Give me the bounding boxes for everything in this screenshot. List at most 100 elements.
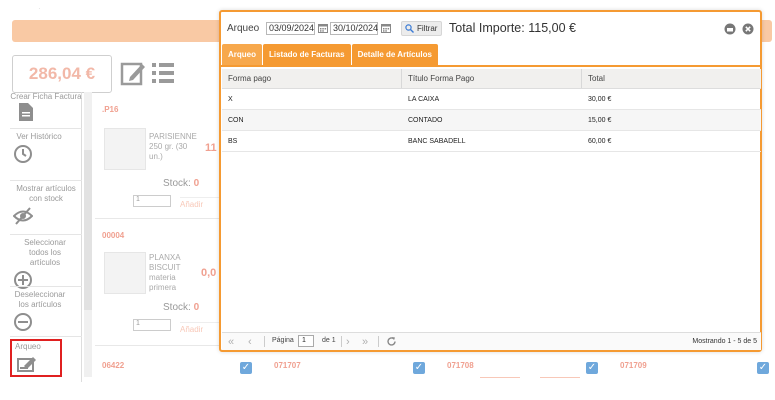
divider bbox=[540, 377, 580, 378]
total-amount-box: 286,04 € bbox=[12, 55, 112, 93]
sidebar-item-deseleccionar[interactable]: Deseleccionar los artículos bbox=[10, 290, 82, 332]
total-label: Total Importe: bbox=[449, 21, 525, 35]
total-value: 115,00 € bbox=[528, 21, 576, 35]
add-button[interactable]: Añadir bbox=[180, 197, 220, 209]
tab-arqueo[interactable]: Arqueo bbox=[222, 44, 262, 65]
sidebar-item-historico[interactable]: Ver Histórico bbox=[10, 132, 82, 164]
product-code: 071708 bbox=[447, 361, 474, 370]
history-icon bbox=[14, 145, 32, 163]
divider bbox=[264, 336, 265, 347]
minimize-icon[interactable] bbox=[724, 23, 736, 35]
checkbox-checked[interactable]: ✓ bbox=[757, 362, 769, 374]
sidebar-label: Crear Ficha Factura bbox=[10, 92, 82, 100]
edit-icon[interactable] bbox=[120, 60, 146, 88]
tab-listado-facturas[interactable]: Listado de Facturas bbox=[263, 44, 351, 65]
bg-faded-text: · bbox=[38, 4, 41, 13]
cell-total: 15,00 € bbox=[588, 117, 612, 124]
sidebar-label: Deseleccionar los artículos bbox=[14, 290, 66, 309]
page-total-label: de 1 bbox=[322, 337, 336, 344]
product-code: 06422 bbox=[102, 361, 125, 370]
last-page-icon[interactable]: » bbox=[362, 335, 368, 349]
search-icon bbox=[405, 24, 414, 33]
modal-tabs: Arqueo Listado de Facturas Detalle de Ar… bbox=[222, 44, 439, 65]
date-to-input[interactable]: 30/10/2024 bbox=[330, 22, 378, 35]
arqueo-table: Forma pago Título Forma Pago Total X LA … bbox=[222, 69, 761, 152]
tab-underline bbox=[221, 65, 760, 67]
product-code: 071707 bbox=[274, 361, 301, 370]
product-price: 11 bbox=[205, 142, 217, 154]
product-image bbox=[104, 128, 146, 170]
checkbox-checked[interactable]: ✓ bbox=[586, 362, 598, 374]
cell-titulo: CONTADO bbox=[408, 117, 443, 124]
minus-circle-icon bbox=[14, 313, 32, 331]
quantity-input[interactable]: 1 bbox=[133, 195, 171, 207]
column-header-titulo[interactable]: Título Forma Pago bbox=[402, 69, 582, 88]
plus-circle-icon bbox=[14, 271, 32, 289]
divider bbox=[378, 336, 379, 347]
table-row[interactable]: CON CONTADO 15,00 € bbox=[222, 110, 761, 131]
divider bbox=[480, 377, 520, 378]
calendar-icon[interactable] bbox=[381, 23, 391, 33]
next-page-icon[interactable]: › bbox=[346, 335, 350, 349]
divider bbox=[10, 128, 82, 129]
sidebar-item-mostrar-stock[interactable]: Mostrar artículos con stock bbox=[10, 184, 82, 226]
divider bbox=[95, 218, 220, 219]
cell-titulo: LA CAIXA bbox=[408, 96, 440, 103]
calendar-icon[interactable] bbox=[318, 23, 328, 33]
page-label: Página bbox=[272, 337, 294, 344]
sidebar-label: Seleccionar todos los artículos bbox=[24, 238, 66, 267]
cell-titulo: BANC SABADELL bbox=[408, 138, 466, 145]
product-code: 00004 bbox=[102, 231, 125, 240]
cell-forma-pago: X bbox=[228, 96, 233, 103]
arqueo-icon bbox=[17, 357, 36, 372]
document-icon bbox=[19, 103, 33, 121]
product-stock: Stock: 0 bbox=[163, 178, 200, 189]
tab-detalle-articulos[interactable]: Detalle de Artículos bbox=[351, 44, 438, 65]
product-code: 071709 bbox=[620, 361, 647, 370]
prev-page-icon[interactable]: ‹ bbox=[248, 335, 252, 349]
divider bbox=[95, 345, 220, 346]
close-icon[interactable] bbox=[742, 23, 754, 35]
sidebar-item-arqueo[interactable]: Arqueo bbox=[10, 339, 62, 377]
refresh-icon[interactable] bbox=[386, 336, 397, 347]
showing-records: Mostrando 1 - 5 de 5 bbox=[692, 338, 757, 345]
sidebar-label: Ver Histórico bbox=[16, 132, 62, 141]
checkbox-checked[interactable]: ✓ bbox=[240, 362, 252, 374]
divider bbox=[10, 336, 82, 337]
product-code: .P16 bbox=[102, 105, 119, 114]
product-image bbox=[104, 252, 146, 294]
cell-total: 30,00 € bbox=[588, 96, 612, 103]
scrollbar-thumb[interactable] bbox=[84, 150, 92, 310]
eye-slash-icon bbox=[13, 207, 33, 225]
cell-forma-pago: BS bbox=[228, 138, 238, 145]
table-row[interactable]: X LA CAIXA 30,00 € bbox=[222, 89, 761, 110]
add-button[interactable]: Añadir bbox=[180, 322, 220, 334]
first-page-icon[interactable]: « bbox=[228, 335, 234, 349]
checkbox-checked[interactable]: ✓ bbox=[413, 362, 425, 374]
filter-button[interactable]: Filtrar bbox=[401, 21, 443, 36]
total-importe: Total Importe: 115,00 € bbox=[449, 21, 576, 35]
column-header-forma-pago[interactable]: Forma pago bbox=[222, 69, 402, 88]
divider bbox=[10, 286, 82, 287]
sidebar-item-seleccionar-todos[interactable]: Seleccionar todos los artículos bbox=[10, 238, 82, 290]
modal-header: Arqueo 03/09/2024 30/10/2024 Filtrar Tot… bbox=[221, 12, 760, 44]
table-pager: « ‹ Página 1 de 1 › » Mostrando 1 - 5 de… bbox=[222, 332, 761, 350]
column-header-total[interactable]: Total bbox=[582, 69, 761, 88]
divider bbox=[341, 336, 342, 347]
list-icon[interactable] bbox=[150, 60, 176, 88]
product-name: PARISIENNE 250 gr. (30 un.) bbox=[149, 132, 197, 161]
table-row[interactable]: BS BANC SABADELL 60,00 € bbox=[222, 131, 761, 152]
quantity-input[interactable]: 1 bbox=[133, 319, 171, 331]
product-stock: Stock: 0 bbox=[163, 302, 200, 313]
table-header: Forma pago Título Forma Pago Total bbox=[222, 69, 761, 89]
date-from-input[interactable]: 03/09/2024 bbox=[266, 22, 315, 35]
filter-label: Filtrar bbox=[417, 24, 438, 33]
product-price: 0,0 bbox=[201, 267, 217, 279]
page-number-input[interactable]: 1 bbox=[298, 335, 314, 347]
total-amount: 286,04 € bbox=[28, 64, 96, 83]
sidebar-item-crear-ficha[interactable]: Crear Ficha Factura bbox=[10, 92, 82, 122]
cell-total: 60,00 € bbox=[588, 138, 612, 145]
arqueo-modal: Arqueo 03/09/2024 30/10/2024 Filtrar Tot… bbox=[219, 10, 762, 352]
product-name: PLANXA BISCUIT materia primera bbox=[149, 253, 181, 292]
sidebar-label: Arqueo bbox=[15, 342, 41, 351]
